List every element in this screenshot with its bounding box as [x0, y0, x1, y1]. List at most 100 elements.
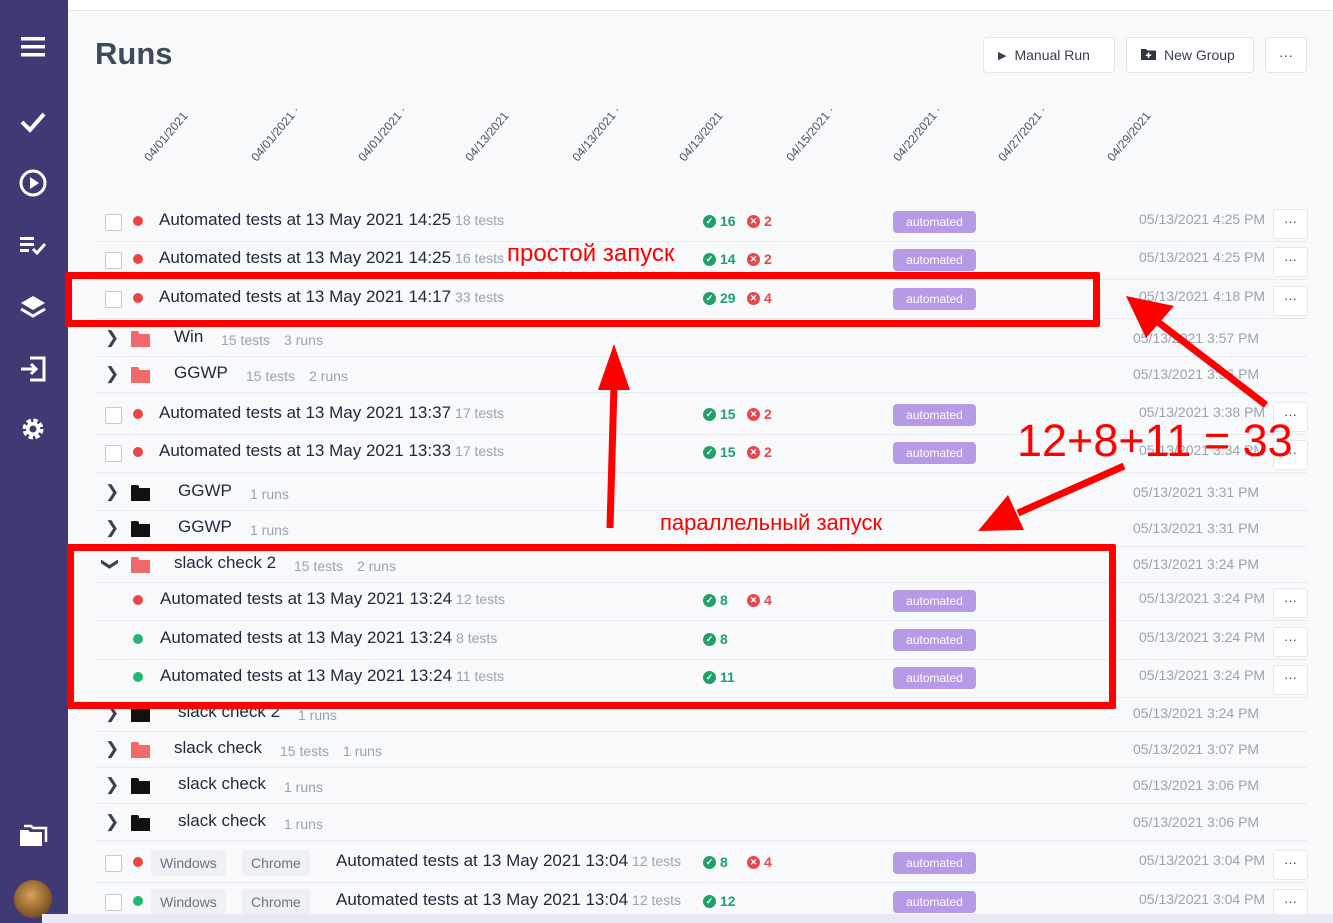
row-checkbox[interactable]	[105, 445, 122, 462]
check-circle-icon: ✓	[703, 855, 716, 869]
failed-value: 2	[764, 213, 772, 229]
user-avatar[interactable]	[14, 880, 52, 918]
group-meta: 1 runs	[246, 484, 289, 504]
run-title[interactable]: Automated tests at 13 May 2021 13:04 12 t…	[336, 851, 681, 871]
chevron-right-icon[interactable]: ❯	[105, 328, 119, 348]
folder-icon	[131, 367, 150, 383]
group-name[interactable]: GGWP	[178, 481, 232, 501]
group-meta: 15 tests 2 runs	[242, 366, 348, 386]
more-actions-button[interactable]: ···	[1265, 37, 1307, 73]
menu-icon[interactable]	[16, 30, 50, 64]
run-date: 05/13/2021 3:24 PM	[1139, 590, 1266, 606]
page-title: Runs	[95, 36, 173, 71]
run-date: 05/13/2021 4:18 PM	[1139, 288, 1266, 304]
checklist-icon[interactable]	[16, 228, 50, 262]
passed-value: 15	[720, 406, 736, 422]
run-date: 05/13/2021 3:04 PM	[1139, 852, 1266, 868]
group-date: 05/13/2021 3:31 PM	[1133, 484, 1260, 500]
group-row[interactable]: ❯ GGWP 15 tests 2 runs 05/13/2021 3:56 PM	[95, 357, 1307, 393]
test-count: 15 tests	[246, 368, 296, 384]
run-title[interactable]: Automated tests at 13 May 2021 14:25 16 t…	[159, 248, 504, 268]
import-icon[interactable]	[16, 352, 50, 386]
group-name[interactable]: slack check	[178, 811, 266, 831]
group-date: 05/13/2021 3:07 PM	[1133, 741, 1260, 757]
row-checkbox[interactable]	[105, 894, 122, 911]
chevron-right-icon[interactable]: ❯	[105, 482, 119, 502]
run-name[interactable]: Automated tests at 13 May 2021 13:04	[336, 890, 628, 909]
row-checkbox[interactable]	[105, 214, 122, 231]
passed-count: ✓ 15	[703, 444, 736, 460]
group-row[interactable]: ❯ slack check 15 tests 1 runs 05/13/2021 3:0…	[95, 732, 1307, 768]
run-count: 1 runs	[284, 779, 323, 795]
row-checkbox[interactable]	[105, 407, 122, 424]
row-more-button[interactable]: ···	[1273, 209, 1308, 239]
chevron-right-icon[interactable]: ❯	[105, 364, 119, 384]
run-count: 1 runs	[250, 486, 289, 502]
run-title[interactable]: Automated tests at 13 May 2021 14:25 18 t…	[159, 210, 504, 230]
row-more-button[interactable]: ···	[1273, 665, 1308, 695]
folders-icon[interactable]	[16, 820, 50, 854]
run-name[interactable]: Automated tests at 13 May 2021 14:25	[159, 248, 451, 267]
checkmark-icon[interactable]	[16, 105, 50, 139]
group-meta: 1 runs	[280, 814, 323, 834]
run-title[interactable]: Automated tests at 13 May 2021 13:33 17 t…	[159, 441, 504, 461]
bottom-strip	[42, 914, 1333, 923]
run-row[interactable]: Automated tests at 13 May 2021 14:25 18 t…	[95, 203, 1308, 242]
run-date: 05/13/2021 4:25 PM	[1139, 211, 1266, 227]
failed-count: ✕ 4	[747, 854, 772, 870]
passed-count: ✓ 16	[703, 213, 736, 229]
automated-tag: automated	[893, 211, 976, 233]
group-name[interactable]: Win	[174, 327, 203, 347]
layers-icon[interactable]	[16, 290, 50, 324]
group-date: 05/13/2021 3:31 PM	[1133, 520, 1260, 536]
simple-run-annotation: простой запуск	[507, 240, 675, 267]
group-row[interactable]: ❯ slack check 1 runs 05/13/2021 3:06 PM	[95, 805, 1307, 841]
run-count: 1 runs	[250, 522, 289, 538]
chevron-right-icon[interactable]: ❯	[105, 812, 119, 832]
folder-icon	[131, 815, 150, 831]
gear-icon[interactable]	[16, 412, 50, 446]
row-more-button[interactable]: ···	[1273, 247, 1308, 277]
group-name[interactable]: GGWP	[174, 363, 228, 383]
passed-value: 8	[720, 854, 728, 870]
group-meta: 1 runs	[246, 520, 289, 540]
chevron-right-icon[interactable]: ❯	[105, 775, 119, 795]
group-name[interactable]: slack check	[178, 774, 266, 794]
chevron-right-icon[interactable]: ❯	[105, 739, 119, 759]
passed-count: ✓ 12	[703, 893, 736, 909]
group-date: 05/13/2021 3:56 PM	[1133, 366, 1260, 382]
play-circle-icon[interactable]	[16, 166, 50, 200]
group-name[interactable]: slack check	[174, 738, 262, 758]
group-meta: 15 tests 3 runs	[217, 330, 323, 350]
new-group-button[interactable]: New Group	[1126, 37, 1254, 73]
test-count: 12 tests	[632, 892, 682, 908]
group-row[interactable]: ❯ GGWP 1 runs 05/13/2021 3:31 PM	[95, 475, 1307, 511]
run-name[interactable]: Automated tests at 13 May 2021 13:04	[336, 851, 628, 870]
run-count: 1 runs	[298, 707, 337, 723]
run-name[interactable]: Automated tests at 13 May 2021 14:25	[159, 210, 451, 229]
status-dot	[133, 409, 143, 419]
run-title[interactable]: Automated tests at 13 May 2021 13:37 17 t…	[159, 403, 504, 423]
x-circle-icon: ✕	[747, 445, 760, 459]
run-date: 05/13/2021 3:04 PM	[1139, 891, 1266, 907]
run-title[interactable]: Automated tests at 13 May 2021 13:04 12 t…	[336, 890, 681, 910]
row-more-button[interactable]: ···	[1273, 627, 1308, 657]
row-more-button[interactable]: ···	[1273, 286, 1308, 316]
x-circle-icon: ✕	[747, 252, 760, 266]
run-row[interactable]: Windows Chrome Automated tests at 13 May 2…	[95, 844, 1308, 883]
row-checkbox[interactable]	[105, 855, 122, 872]
row-more-button[interactable]: ···	[1273, 588, 1308, 618]
failed-value: 2	[764, 251, 772, 267]
row-checkbox[interactable]	[105, 252, 122, 269]
group-date: 05/13/2021 3:24 PM	[1133, 705, 1260, 721]
group-name[interactable]: GGWP	[178, 517, 232, 537]
run-name[interactable]: Automated tests at 13 May 2021 13:37	[159, 403, 451, 422]
automated-tag: automated	[893, 404, 976, 426]
chevron-right-icon[interactable]: ❯	[105, 518, 119, 538]
status-dot	[133, 216, 143, 226]
group-row[interactable]: ❯ slack check 1 runs 05/13/2021 3:06 PM	[95, 768, 1307, 804]
manual-run-button[interactable]: ▶ Manual Run	[983, 37, 1115, 73]
row-more-button[interactable]: ···	[1273, 850, 1308, 880]
passed-value: 16	[720, 213, 736, 229]
run-name[interactable]: Automated tests at 13 May 2021 13:33	[159, 441, 451, 460]
